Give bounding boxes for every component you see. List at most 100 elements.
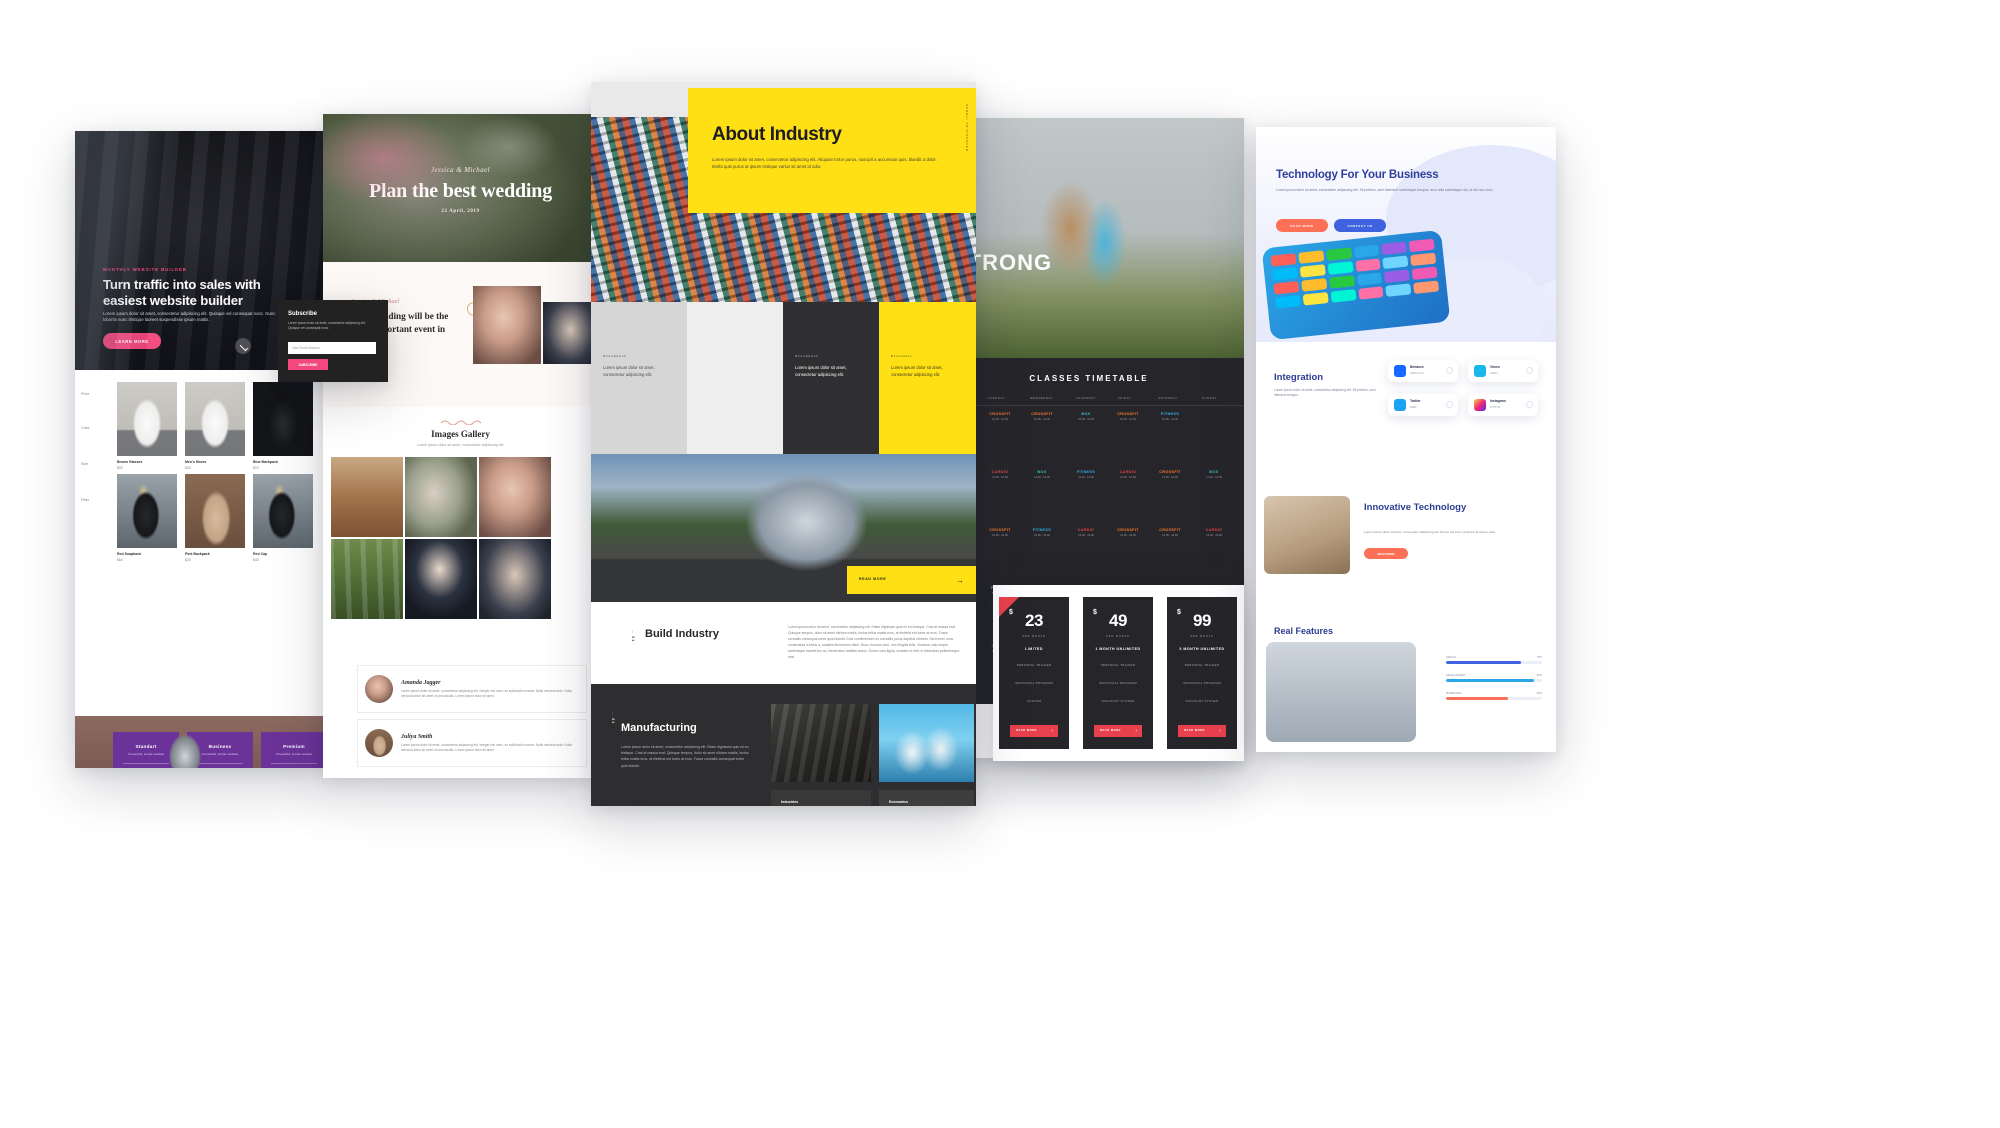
- timetable-cell[interactable]: CARDIO 11.00 - 12.00: [1108, 470, 1148, 479]
- product-card[interactable]: Red Snapback $64: [117, 474, 177, 562]
- industry-card-dark[interactable]: Distribution Lorem ipsum dolor sit amet,…: [783, 302, 879, 454]
- chevron-down-icon[interactable]: [1446, 401, 1453, 408]
- wedding-hero: Jessica & Michael Plan the best wedding …: [323, 114, 598, 262]
- industry-card-grey-b[interactable]: [687, 302, 783, 454]
- gallery-image[interactable]: [331, 539, 403, 619]
- timetable-cell[interactable]: FITNESS 11.00 - 12.00: [1066, 470, 1106, 479]
- testimonial-card[interactable]: Juliya Smith Lorem ipsum dolor sit amet,…: [357, 719, 587, 767]
- bar-track: [1446, 661, 1542, 664]
- gym-price-card-1month[interactable]: $ 49 PER MONTH 1 MONTH UNLIMITED PERSONA…: [1083, 597, 1153, 749]
- product-price: $25: [185, 558, 191, 562]
- integration-chip-behance[interactable]: Behance PORTFOLIO: [1388, 360, 1458, 382]
- testimonial-card[interactable]: Amanda Jagger Lorem ipsum dolor sit amet…: [357, 665, 587, 713]
- bar-value: 78%: [1536, 656, 1542, 659]
- facet-color[interactable]: Color: [81, 426, 90, 430]
- contact-us-button[interactable]: CONTACT US: [1334, 219, 1386, 232]
- read-more-button[interactable]: READ MORE ›: [1010, 725, 1058, 737]
- facet-price[interactable]: Price: [81, 392, 89, 396]
- arrow-down-icon[interactable]: [235, 338, 251, 354]
- timetable-cell[interactable]: CROSSFIT 10.00 - 11.00: [1108, 412, 1148, 421]
- chevron-down-icon[interactable]: [1446, 367, 1453, 374]
- integration-chip-vimeo[interactable]: Vimeo VIDEO: [1468, 360, 1538, 382]
- panel-wedding[interactable]: Jessica & Michael Plan the best wedding …: [323, 114, 598, 778]
- price-amount: 23: [1025, 611, 1043, 630]
- subscribe-button[interactable]: SUBSCRIBE: [288, 359, 328, 370]
- plan-subtitle: A beautiful, simple website: [127, 752, 165, 756]
- facet-filter[interactable]: Filter: [81, 498, 89, 502]
- timetable-cell[interactable]: BOX 11.00 - 12.00: [1194, 470, 1234, 479]
- industry-card-yellow[interactable]: Economics Lorem ipsum dolor sit amet, co…: [879, 302, 976, 454]
- gallery-image[interactable]: [479, 457, 551, 537]
- product-card[interactable]: Men's Shoes $30: [185, 382, 245, 470]
- subscribe-email-input[interactable]: Your Email Address: [288, 342, 376, 354]
- chevron-down-icon[interactable]: [1526, 401, 1533, 408]
- class-name: FITNESS: [1032, 528, 1052, 532]
- read-more-button[interactable]: READ MORE: [1364, 548, 1408, 559]
- bar-label: DEVELOPMENT: [1446, 674, 1466, 677]
- gym-price-card-3month[interactable]: $ 99 PER MONTH 3 MONTH UNLIMITED PERSONA…: [1167, 597, 1237, 749]
- timetable-cell[interactable]: FITNESS 12.00 - 13.00: [1022, 528, 1062, 537]
- industry-card-grey-a[interactable]: Distribution Lorem ipsum dolor sit amet,…: [591, 302, 687, 454]
- timetable-cell[interactable]: FITNESS 10.00 - 11.00: [1150, 412, 1190, 421]
- price-card-standart[interactable]: Standart A beautiful, simple website $35…: [113, 732, 179, 768]
- panel-app-technology[interactable]: Technology For Your Business Lorem ipsum…: [1256, 127, 1556, 752]
- timetable-cell[interactable]: CARDIO 12.00 - 13.00: [1066, 528, 1106, 537]
- card-label: Distribution: [795, 354, 819, 358]
- facet-size[interactable]: Size: [81, 462, 88, 466]
- timetable-cell[interactable]: BOX 10.00 - 11.00: [1066, 412, 1106, 421]
- read-more-button[interactable]: READ MORE: [1276, 219, 1328, 232]
- gym-price-card-limited[interactable]: $ 23 PER MONTH LIMITED PERSONAL TRAINER …: [999, 597, 1069, 749]
- avatar: [365, 729, 393, 757]
- panel-industry[interactable]: About Industry Lorem ipsum dolor sit ame…: [591, 82, 976, 806]
- timetable-cell[interactable]: CARDIO 11.00 - 12.00: [980, 470, 1020, 479]
- gallery-image[interactable]: [331, 457, 403, 537]
- plan-name: 1 MONTH UNLIMITED: [1095, 647, 1141, 651]
- features-photo: [1266, 642, 1416, 742]
- read-more-button[interactable]: READ MORE ›: [1178, 725, 1226, 737]
- class-name: CARDIO: [1205, 528, 1223, 532]
- integration-chip-twitter[interactable]: Twitter FEED: [1388, 394, 1458, 416]
- product-card[interactable]: Red Cap $40: [253, 474, 313, 562]
- product-card[interactable]: SALE Blue Backpack $23: [253, 382, 313, 470]
- integration-chip-instagram[interactable]: Instagram PHOTOS: [1468, 394, 1538, 416]
- subscribe-card[interactable]: Subscribe Lorem ipsum dolor sit amet, co…: [278, 300, 388, 382]
- class-name: BOX: [1209, 470, 1219, 474]
- timetable-cell[interactable]: CROSSFIT 10.00 - 11.00: [1022, 412, 1062, 421]
- gallery-image[interactable]: [479, 539, 551, 619]
- price-card-premium[interactable]: Premium A beautiful, simple website $90 …: [261, 732, 325, 768]
- scroll-label: SCROLL TO DISCOVER: [965, 104, 969, 152]
- timetable-cell[interactable]: CARDIO 12.00 - 13.00: [1194, 528, 1234, 537]
- panel-gym-pricing[interactable]: $ 23 PER MONTH LIMITED PERSONAL TRAINER …: [993, 585, 1244, 761]
- timetable-header-row: MONDAY TUESDAY WEDNESDAY THURSDAY FRIDAY…: [934, 392, 1244, 406]
- fitness-hero: STRONG: [934, 118, 1244, 358]
- timetable-cell[interactable]: CROSSFIT 12.00 - 13.00: [1150, 528, 1190, 537]
- product-card[interactable]: Pink Backpack $25: [185, 474, 245, 562]
- app-icon-grid: [1270, 238, 1441, 332]
- timetable-cell[interactable]: BOX 11.00 - 12.00: [1022, 470, 1062, 479]
- app-icon: [1273, 281, 1300, 295]
- timetable-cell[interactable]: CROSSFIT 12.00 - 13.00: [980, 528, 1020, 537]
- timetable-cell[interactable]: CROSSFIT 10.00 - 11.00: [980, 412, 1020, 421]
- manufacturing-card-economics[interactable]: Economics Lorem ipsum dolor sit amet, co…: [879, 790, 974, 806]
- timetable-cell[interactable]: CROSSFIT 12.00 - 13.00: [1108, 528, 1148, 537]
- divider: [197, 763, 243, 764]
- plan-feature: DISCOUNT SYSTEM: [1185, 699, 1219, 703]
- learn-more-button[interactable]: LEARN MORE: [103, 333, 161, 349]
- chevron-down-icon[interactable]: [1526, 367, 1533, 374]
- read-more-button[interactable]: READ MORE ›: [1094, 725, 1142, 737]
- app-icon: [1327, 261, 1354, 275]
- bar-track: [1446, 697, 1542, 700]
- panel-ecommerce[interactable]: MONTHLY WEBSITE BUILDER Turn traffic int…: [75, 131, 325, 768]
- product-card[interactable]: Brown Glasses $50: [117, 382, 177, 470]
- read-more-button[interactable]: READ MORE →: [847, 566, 976, 594]
- class-time: 12.00 - 13.00: [1034, 534, 1050, 537]
- timetable-cell[interactable]: CROSSFIT 11.00 - 12.00: [1150, 470, 1190, 479]
- app-icon: [1328, 275, 1355, 289]
- manufacturing-card-industries[interactable]: Industries Lorem ipsum dolor sit amet, c…: [771, 790, 871, 806]
- app-icon: [1385, 283, 1412, 297]
- gallery-image[interactable]: [405, 539, 477, 619]
- gallery-image[interactable]: [405, 457, 477, 537]
- plan-feature: INDIVIDUAL PROGRAM: [1098, 681, 1138, 685]
- app-hero: Technology For Your Business Lorem ipsum…: [1256, 127, 1556, 369]
- price-card-business[interactable]: Business A beautiful, simple website $65…: [187, 732, 253, 768]
